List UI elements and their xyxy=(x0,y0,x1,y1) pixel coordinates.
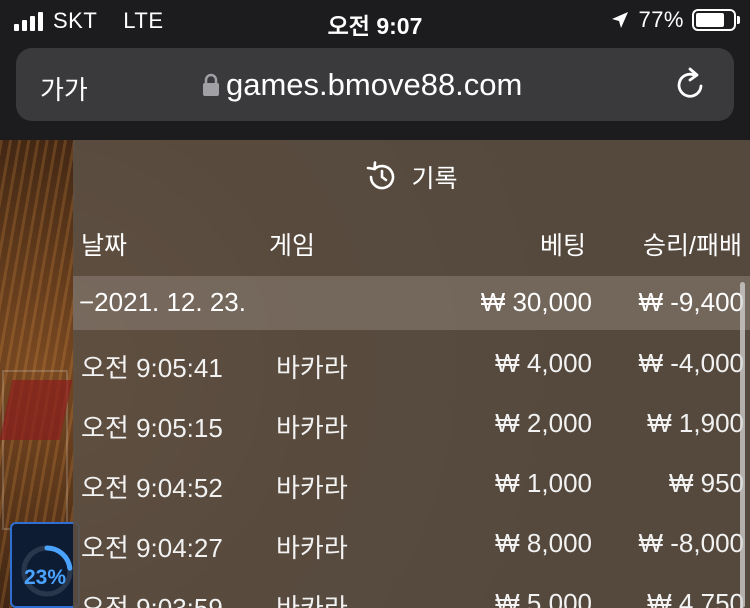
column-win-loss: 승리/패배 xyxy=(643,232,742,260)
row-time: 오전 9:04:52 xyxy=(81,473,223,503)
status-bar-right: 77% xyxy=(610,7,740,33)
history-rows: 오전 9:05:41 바카라 ₩ 4,000 ₩ -4,000 오전 9:05:… xyxy=(73,336,750,608)
history-title: 기록 xyxy=(411,165,458,193)
table-row[interactable]: 오전 9:05:41 바카라 ₩ 4,000 ₩ -4,000 xyxy=(73,336,750,396)
row-time: 오전 9:05:41 xyxy=(81,353,223,383)
address-bar[interactable]: 가가 games.bmove88.com xyxy=(16,48,734,121)
history-panel: 기록 날짜 게임 베팅 승리/패배 −2021. 12. 23. ₩ 30,00… xyxy=(73,140,750,608)
progress-percent: 23% xyxy=(24,566,67,589)
row-time: 오전 9:04:27 xyxy=(81,533,223,563)
row-game: 바카라 xyxy=(276,413,348,443)
column-bet: 베팅 xyxy=(539,232,586,260)
progress-widget[interactable] xyxy=(10,522,80,608)
history-icon xyxy=(367,161,395,190)
group-total-bet: ₩ 30,000 xyxy=(480,287,592,317)
browser-toolbar: 가가 games.bmove88.com xyxy=(0,40,750,140)
battery-percent: 77% xyxy=(638,7,684,32)
row-time: 오전 9:03:59 xyxy=(81,593,223,608)
text-size-button[interactable]: 가가 xyxy=(40,70,88,107)
group-total-result: ₩ -9,400 xyxy=(638,287,745,317)
lock-icon xyxy=(203,73,219,96)
row-game: 바카라 xyxy=(276,593,348,608)
row-bet: ₩ 4,000 xyxy=(495,348,592,378)
row-result: ₩ -4,000 xyxy=(638,348,745,378)
url-display[interactable]: games.bmove88.com xyxy=(202,67,522,103)
battery-icon xyxy=(692,9,740,31)
status-bar: SKT LTE 오전 9:07 77% xyxy=(0,0,750,40)
row-bet: ₩ 8,000 xyxy=(495,528,592,558)
row-result: ₩ 4,750 xyxy=(647,588,744,608)
table-header: 날짜 게임 베팅 승리/패배 xyxy=(73,226,750,262)
row-result: ₩ 950 xyxy=(668,468,744,498)
table-row[interactable]: 오전 9:05:15 바카라 ₩ 2,000 ₩ 1,900 xyxy=(73,396,750,456)
row-bet: ₩ 5,000 xyxy=(495,588,592,608)
row-result: ₩ -8,000 xyxy=(638,528,745,558)
battery-fill xyxy=(696,13,724,27)
row-result: ₩ 1,900 xyxy=(647,408,744,438)
location-arrow-icon xyxy=(612,12,629,28)
table-row[interactable]: 오전 9:04:52 바카라 ₩ 1,000 ₩ 950 xyxy=(73,456,750,516)
table-row[interactable]: 오전 9:03:59 바카라 ₩ 5,000 ₩ 4,750 xyxy=(73,576,750,608)
table-row[interactable]: 오전 9:04:27 바카라 ₩ 8,000 ₩ -8,000 xyxy=(73,516,750,576)
url-text: games.bmove88.com xyxy=(226,67,523,102)
history-header: 기록 xyxy=(73,140,750,214)
column-date: 날짜 xyxy=(81,232,128,260)
column-game: 게임 xyxy=(269,232,316,260)
row-game: 바카라 xyxy=(276,353,348,383)
row-time: 오전 9:05:15 xyxy=(81,413,223,443)
playing-card xyxy=(0,380,73,440)
row-game: 바카라 xyxy=(276,473,348,503)
row-bet: ₩ 2,000 xyxy=(495,408,592,438)
group-date: −2021. 12. 23. xyxy=(79,287,246,317)
row-bet: ₩ 1,000 xyxy=(495,468,592,498)
history-scrollbar[interactable] xyxy=(740,282,745,608)
date-group-row[interactable]: −2021. 12. 23. ₩ 30,000 ₩ -9,400 xyxy=(73,276,750,330)
row-game: 바카라 xyxy=(276,533,348,563)
reload-icon[interactable] xyxy=(674,66,708,102)
